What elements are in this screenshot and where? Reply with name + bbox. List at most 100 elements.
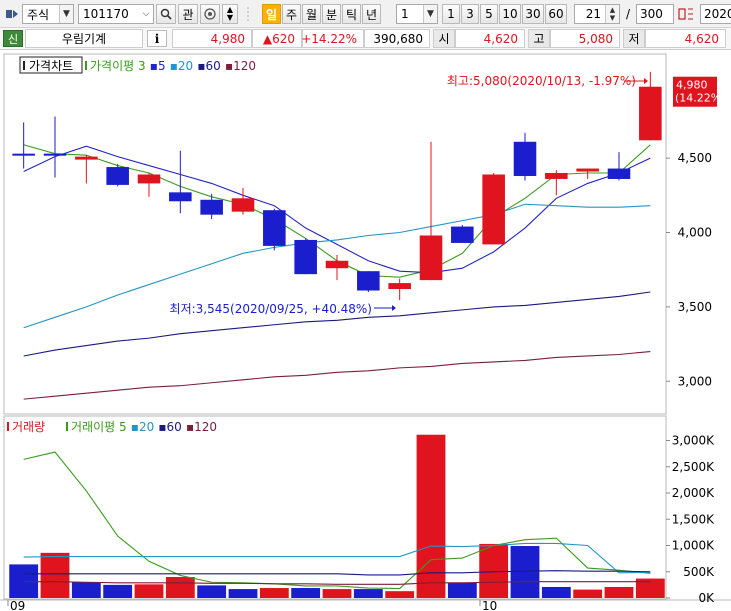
period-select-value: 1 (401, 7, 409, 21)
search-button[interactable] (156, 4, 176, 24)
period-button-5[interactable]: 년 (362, 4, 381, 24)
legend-separator: ▪ (146, 59, 158, 73)
trade-volume-value: 390,680 (373, 31, 423, 46)
candle-body (325, 260, 349, 269)
chart-menu-icon[interactable] (4, 4, 20, 24)
low-price-value: 4,620 (684, 31, 719, 46)
fixed-range-icon[interactable] (676, 4, 696, 24)
settings-button[interactable] (200, 4, 220, 24)
candle-body (607, 168, 631, 179)
volume-bar (479, 543, 509, 598)
candle-body (263, 210, 286, 246)
x-tick-label: 09 (10, 599, 25, 611)
legend-item: 20 (139, 420, 154, 434)
down-arrow-icon[interactable]: ▼ (227, 14, 233, 22)
high-label: 고 (528, 29, 550, 48)
candle-body (137, 174, 161, 184)
volume-bar (40, 552, 70, 598)
total-count-input[interactable]: 300 (636, 4, 674, 24)
chart-toolbar: 주식 ▼ 101170 ⌵ 관 ▲ ▼ 일주월분틱년 1 ▼ 1 3 5 10 30 60 … (0, 0, 731, 28)
candle-body (419, 235, 443, 281)
price-tick-label: 4,000 (678, 226, 712, 240)
period-button-1[interactable]: 주 (282, 4, 301, 24)
candle-body (294, 239, 317, 275)
volume-bar (228, 589, 258, 598)
related-button[interactable]: 관 (178, 4, 198, 24)
volume-tick-label: 1,000K (672, 539, 715, 553)
x-tick-label: 10 (482, 599, 497, 611)
current-price: 4,980 (172, 29, 252, 48)
stock-code-value: 101170 (83, 7, 129, 21)
volume-bar (134, 584, 164, 598)
volume-bar (573, 589, 603, 598)
interval-button-3[interactable]: 3 (461, 4, 479, 24)
volume-bar (197, 585, 227, 598)
candle-body (231, 198, 255, 212)
period-button-3[interactable]: 분 (322, 4, 341, 24)
open-price: 4,620 (455, 29, 525, 48)
legend-marker-icon (66, 422, 68, 431)
stock-chart[interactable]: 3,000 3,500 4,000 4,500 0K 500K 1,000K 1,500K 2… (0, 50, 731, 611)
price-axis: 3,000 3,500 4,000 4,500 (666, 151, 712, 388)
volume-tick-label: 2,500K (672, 460, 715, 474)
price-ma-legend: 가격이평 3 ▪5 ▪20 ▪60 ▪120 (90, 59, 256, 73)
candle (357, 271, 380, 293)
count-stepper[interactable]: ▲ ▼ (605, 5, 619, 23)
chevron-down-icon[interactable]: ▼ (59, 5, 73, 23)
interval-button-60[interactable]: 60 (545, 4, 567, 24)
candle (451, 225, 474, 243)
count-separator: / (625, 7, 631, 21)
candle-body (357, 271, 380, 291)
volume-marker-icon (7, 422, 9, 431)
high-label-text: 고 (533, 32, 545, 46)
legend-separator: ▪ (127, 420, 139, 434)
volume-bar (385, 591, 415, 598)
period-button-0[interactable]: 일 (262, 4, 281, 24)
chart-area[interactable]: 3,000 3,500 4,000 4,500 0K 500K 1,000K 1,500K 2… (0, 50, 731, 611)
open-label-text: 시 (438, 32, 450, 46)
high-price: 5,080 (550, 29, 620, 48)
chevron-down-icon[interactable]: ▼ (423, 5, 437, 23)
price-tick-label: 3,000 (678, 374, 712, 388)
price-tick-label: 4,500 (678, 151, 712, 165)
period-button-2[interactable]: 월 (302, 4, 321, 24)
legend-item: 120 (233, 59, 256, 73)
info-icon: i (154, 31, 160, 46)
volume-bar (103, 584, 133, 598)
interval-button-5[interactable]: 5 (480, 4, 498, 24)
current-price-value: 4,980 (210, 31, 245, 46)
search-icon (160, 8, 172, 20)
price-panel[interactable] (3, 53, 667, 415)
interval-button-1[interactable]: 1 (442, 4, 460, 24)
candle-body (75, 156, 98, 160)
interval-button-30[interactable]: 30 (522, 4, 544, 24)
period-button-4[interactable]: 틱 (342, 4, 361, 24)
interval-button-10[interactable]: 10 (499, 4, 521, 24)
separator-icon (242, 4, 254, 24)
volume-tick-label: 500K (683, 565, 715, 579)
market-type-select[interactable]: 주식 ▼ (22, 4, 74, 24)
volume-bar (541, 586, 571, 598)
related-button-label: 관 (182, 7, 194, 22)
stock-code-input[interactable]: 101170 ⌵ (78, 4, 154, 24)
volume-tick-label: 2,000K (672, 486, 715, 500)
legend-separator: ▪ (166, 59, 178, 73)
chevron-down-icon[interactable]: ⌵ (139, 5, 153, 23)
volume-bar (353, 589, 383, 598)
volume-bar (71, 582, 101, 598)
legend-prefix: 거래이평 (71, 420, 119, 434)
stock-stepper[interactable]: ▲ ▼ (222, 4, 238, 24)
change-rate: +14.22% (301, 29, 364, 48)
volume-tick-label: 0K (698, 591, 715, 605)
candle (106, 164, 129, 187)
date-input[interactable]: 2020/ (700, 4, 731, 24)
candle-body (43, 153, 67, 156)
period-select[interactable]: 1 ▼ (396, 4, 438, 24)
volume-axis: 0K 500K 1,000K 1,500K 2,000K 2,500K 3,000K (666, 434, 715, 605)
market-type-value: 주식 (27, 7, 50, 22)
display-count-input[interactable]: 21 ▲ ▼ (574, 4, 620, 24)
volume-panel[interactable] (3, 415, 667, 600)
info-button[interactable]: i (147, 30, 167, 47)
volume-bar (604, 586, 634, 598)
volume-bar (447, 582, 477, 598)
